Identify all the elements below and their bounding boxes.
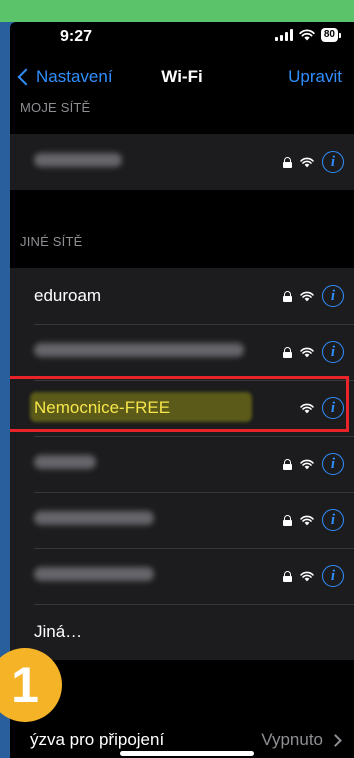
info-button[interactable]: i [322,453,344,475]
status-icons: 80 [274,28,342,42]
network-row[interactable]: i [10,548,354,604]
info-button[interactable]: i [322,397,344,419]
network-name: eduroam [34,286,102,305]
status-time: 9:27 [60,28,93,45]
lock-icon [283,458,292,470]
wifi-icon [300,459,314,469]
wifi-icon [300,291,314,301]
status-bar: 9:27 80 [10,22,354,62]
lock-icon [283,156,292,168]
battery-icon: 80 [320,28,342,42]
network-name-redacted [34,153,122,167]
lock-icon [283,290,292,302]
network-name-redacted [34,455,96,469]
info-button[interactable]: i [322,285,344,307]
network-row[interactable]: i [10,436,354,492]
ask-to-join-value: Vypnuto [261,730,323,749]
info-button[interactable]: i [322,341,344,363]
other-network-row[interactable]: Jiná… [10,604,354,660]
signal-icon [274,29,293,41]
network-name-redacted [34,567,154,581]
wifi-icon [300,515,314,525]
home-indicator [120,751,254,756]
wifi-icon [300,403,314,413]
my-networks-list: i [10,134,354,190]
wifi-icon [300,347,314,357]
network-row[interactable]: i [10,324,354,380]
other-networks-list: eduroam i i Nemocnice-FREE i i i i Jiná… [10,268,354,660]
network-row[interactable]: i [10,492,354,548]
network-row[interactable]: eduroam i [10,268,354,324]
navigation-bar: Nastavení Wi-Fi Upravit [10,62,354,98]
other-network-label: Jiná… [34,622,83,641]
network-name-redacted [34,343,244,357]
info-button[interactable]: i [322,565,344,587]
info-button[interactable]: i [322,151,344,173]
phone-screen: 9:27 80 Nastavení Wi-Fi Upravit MOJE SÍT… [10,22,354,758]
edit-button[interactable]: Upravit [288,67,342,87]
network-name-redacted [34,511,154,525]
other-networks-header: JINÉ SÍTĚ [20,234,83,249]
info-button[interactable]: i [322,509,344,531]
network-name: Nemocnice-FREE [34,398,171,417]
wifi-status-icon [299,29,315,41]
top-color-band [0,0,354,22]
my-networks-header: MOJE SÍTĚ [20,100,91,115]
lock-icon [283,346,292,358]
wifi-icon [300,571,314,581]
lock-icon [283,570,292,582]
network-row[interactable]: i [10,134,354,190]
ask-to-join-label: ýzva pro připojení [30,730,165,749]
lock-icon [283,514,292,526]
wifi-icon [300,157,314,167]
network-row-highlighted[interactable]: Nemocnice-FREE i [10,380,354,436]
chevron-right-icon [329,733,342,747]
